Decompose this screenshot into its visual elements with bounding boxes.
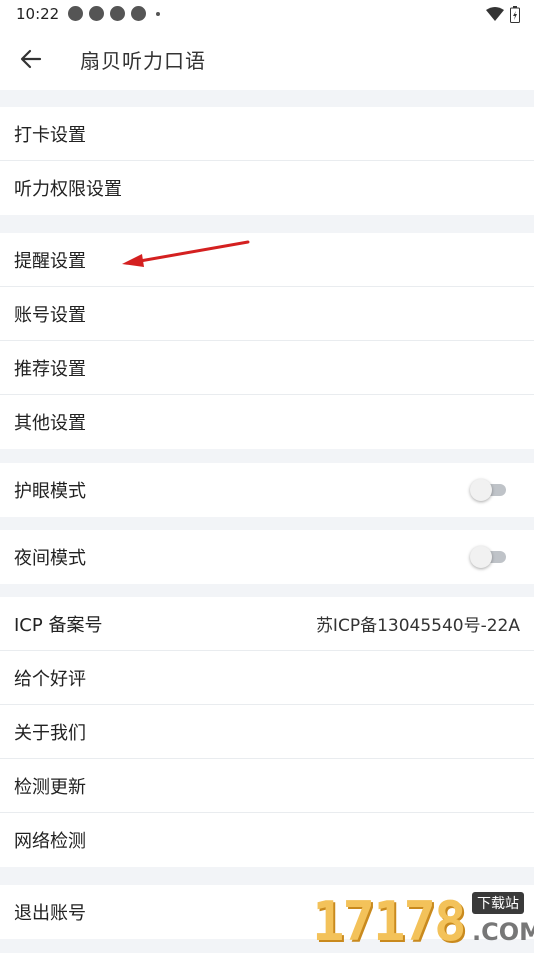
settings-item-network-check[interactable]: 网络检测 bbox=[0, 813, 534, 867]
settings-item-night-mode: 夜间模式 bbox=[0, 530, 534, 584]
settings-item-label: 关于我们 bbox=[14, 722, 86, 744]
app-notification-icon bbox=[131, 6, 146, 21]
settings-group-checkin: 打卡设置 听力权限设置 bbox=[0, 107, 534, 215]
settings-group-general: 提醒设置 账号设置 推荐设置 其他设置 bbox=[0, 233, 534, 449]
settings-item-rate[interactable]: 给个好评 bbox=[0, 651, 534, 705]
settings-item-other[interactable]: 其他设置 bbox=[0, 395, 534, 449]
settings-item-label: 其他设置 bbox=[14, 413, 86, 434]
logout-label: 退出账号 bbox=[14, 903, 86, 924]
settings-item-check-update[interactable]: 检测更新 bbox=[0, 759, 534, 813]
app-notification-icon bbox=[89, 6, 104, 21]
settings-item-label: 检测更新 bbox=[14, 776, 86, 798]
back-arrow-icon[interactable] bbox=[18, 46, 44, 72]
settings-item-label: 给个好评 bbox=[14, 668, 86, 690]
battery-icon bbox=[510, 6, 520, 23]
settings-item-about[interactable]: 关于我们 bbox=[0, 705, 534, 759]
app-bar: 扇贝听力口语 bbox=[0, 28, 534, 90]
status-bar: 10:22 bbox=[0, 0, 534, 28]
settings-group-eye-mode: 护眼模式 bbox=[0, 463, 534, 517]
app-notification-icon bbox=[110, 6, 125, 21]
watermark-logo: 17178 下载站 .COM bbox=[312, 888, 534, 953]
icp-number: 苏ICP备13045540号-22A bbox=[315, 616, 520, 636]
app-notification-icon bbox=[68, 6, 83, 21]
status-time: 10:22 bbox=[16, 5, 60, 23]
settings-item-label: 夜间模式 bbox=[14, 548, 86, 569]
settings-item-eye-mode: 护眼模式 bbox=[0, 463, 534, 517]
settings-item-label: 网络检测 bbox=[14, 831, 86, 852]
settings-item-checkin[interactable]: 打卡设置 bbox=[0, 107, 534, 161]
settings-item-recommend[interactable]: 推荐设置 bbox=[0, 341, 534, 395]
settings-group-night-mode: 夜间模式 bbox=[0, 530, 534, 584]
settings-group-info: ICP 备案号 苏ICP备13045540号-22A 给个好评 关于我们 检测更… bbox=[0, 597, 534, 867]
settings-item-label: 听力权限设置 bbox=[14, 179, 122, 200]
settings-item-listening-permission[interactable]: 听力权限设置 bbox=[0, 161, 534, 215]
settings-item-icp: ICP 备案号 苏ICP备13045540号-22A bbox=[0, 597, 534, 651]
more-notifications-dot-icon bbox=[156, 11, 160, 16]
settings-item-account[interactable]: 账号设置 bbox=[0, 287, 534, 341]
page-title: 扇贝听力口语 bbox=[80, 49, 206, 73]
wifi-icon bbox=[486, 7, 504, 21]
watermark-suffix: .COM bbox=[472, 918, 534, 946]
annotation-arrow-icon bbox=[122, 240, 250, 267]
settings-item-label: 打卡设置 bbox=[14, 124, 86, 146]
settings-item-label: 护眼模式 bbox=[14, 481, 86, 502]
eye-mode-toggle[interactable] bbox=[470, 479, 508, 501]
settings-item-label: ICP 备案号 bbox=[14, 614, 103, 636]
settings-item-label: 推荐设置 bbox=[14, 358, 86, 380]
night-mode-toggle[interactable] bbox=[470, 546, 508, 568]
watermark-tag: 下载站 bbox=[472, 892, 524, 914]
settings-item-label: 提醒设置 bbox=[14, 250, 86, 272]
settings-item-reminder[interactable]: 提醒设置 bbox=[0, 233, 534, 287]
notification-icons bbox=[68, 6, 160, 21]
watermark-digits: 17178 bbox=[312, 890, 467, 953]
settings-item-label: 账号设置 bbox=[14, 304, 86, 326]
